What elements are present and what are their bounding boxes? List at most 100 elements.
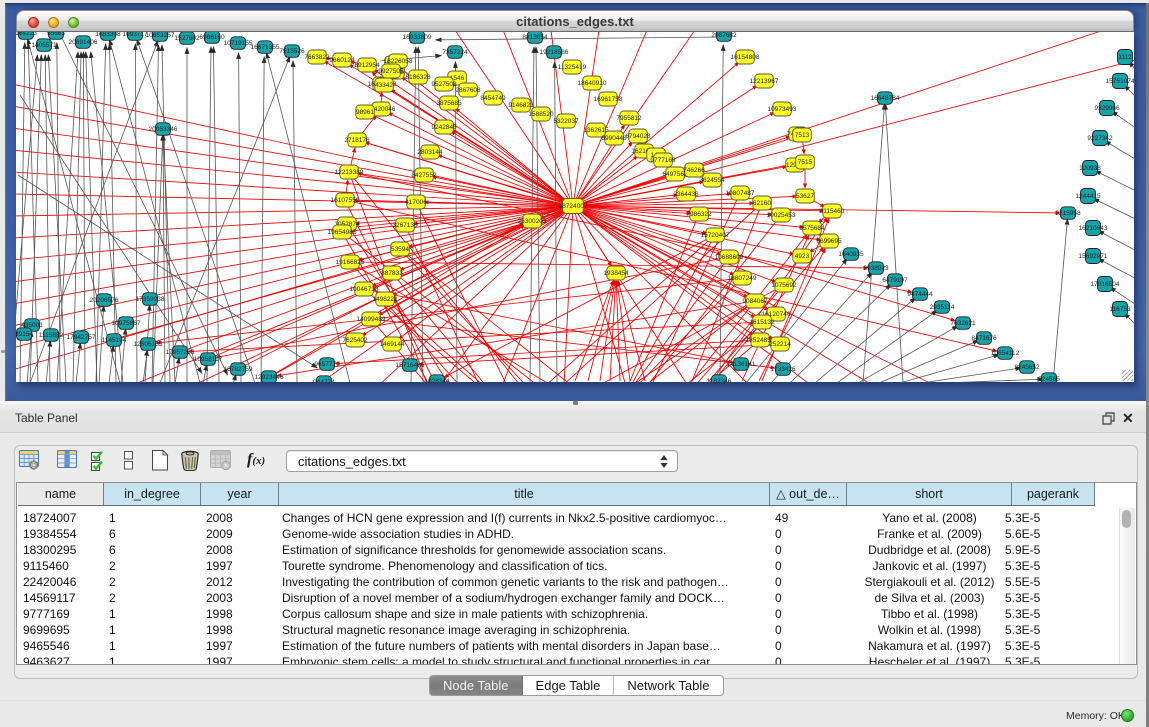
svg-text:1182346: 1182346 [707, 378, 732, 382]
svg-text:43342: 43342 [375, 82, 393, 89]
svg-text:16154808: 16154808 [731, 54, 760, 61]
svg-text:15692971: 15692971 [1079, 253, 1108, 260]
svg-text:1112: 1112 [1118, 54, 1132, 61]
svg-text:164223: 164223 [16, 32, 37, 37]
svg-text:9146821: 9146821 [508, 102, 534, 109]
svg-text:6966160: 6966160 [199, 34, 225, 41]
svg-text:10807487: 10807487 [726, 190, 755, 197]
svg-text:11325419: 11325419 [558, 64, 587, 71]
svg-text:19166825: 19166825 [336, 259, 365, 266]
svg-text:2087682: 2087682 [711, 32, 737, 39]
svg-text:3875685: 3875685 [436, 100, 462, 107]
svg-text:1938454: 1938454 [603, 270, 629, 277]
svg-text:9329966: 9329966 [1094, 105, 1120, 112]
svg-text:20691406: 20691406 [69, 39, 98, 46]
svg-text:18640910: 18640910 [578, 80, 607, 87]
svg-text:95663: 95663 [47, 32, 65, 37]
svg-text:1615132: 1615132 [749, 319, 775, 326]
svg-text:8186328: 8186328 [405, 74, 431, 81]
svg-text:12213389: 12213389 [335, 169, 364, 176]
svg-text:53594: 53594 [391, 246, 409, 253]
svg-text:19654985: 19654985 [328, 229, 357, 236]
svg-text:8454749: 8454749 [480, 95, 506, 102]
svg-text:1028344: 1028344 [424, 378, 450, 382]
svg-text:9657771: 9657771 [314, 361, 340, 368]
svg-text:7515526: 7515526 [279, 48, 305, 55]
svg-text:9660124: 9660124 [329, 57, 355, 64]
svg-text:8938923: 8938923 [863, 265, 889, 272]
svg-text:1498222: 1498222 [372, 296, 398, 303]
svg-text:25300203: 25300203 [518, 218, 547, 225]
svg-text:10975867: 10975867 [112, 320, 141, 327]
svg-text:10654112: 10654112 [991, 350, 1020, 357]
svg-text:16107552: 16107552 [331, 197, 360, 204]
svg-text:944774: 944774 [313, 379, 335, 382]
svg-text:20053346: 20053346 [149, 126, 178, 133]
svg-text:1588520: 1588520 [528, 111, 554, 118]
svg-text:15720407: 15720407 [701, 232, 730, 239]
svg-text:1527602: 1527602 [174, 35, 200, 42]
svg-text:10958117: 10958117 [194, 356, 223, 363]
svg-text:15751074: 15751074 [1106, 78, 1134, 85]
svg-text:9474444: 9474444 [907, 291, 933, 298]
svg-text:1244415: 1244415 [1075, 193, 1101, 200]
svg-text:1075692: 1075692 [771, 282, 797, 289]
svg-text:10688609: 10688609 [715, 254, 744, 261]
svg-text:7513: 7513 [795, 132, 810, 139]
svg-text:19218586: 19218586 [540, 49, 569, 56]
svg-text:10653257: 10653257 [146, 32, 175, 39]
svg-text:20206576: 20206576 [90, 297, 119, 304]
svg-text:2935114: 2935114 [930, 304, 955, 311]
svg-text:16961758: 16961758 [594, 96, 623, 103]
svg-text:6479197: 6479197 [882, 277, 908, 284]
svg-text:9927505: 9927505 [378, 68, 404, 75]
svg-text:39154: 39154 [16, 331, 33, 338]
svg-text:924565: 924565 [1038, 376, 1060, 382]
svg-text:16782759: 16782759 [224, 366, 253, 373]
svg-text:9527508: 9527508 [431, 81, 457, 88]
svg-text:5322037: 5322037 [553, 118, 579, 125]
svg-text:3624554: 3624554 [699, 177, 725, 184]
svg-text:10046738: 10046738 [350, 286, 379, 293]
svg-text:7357224: 7357224 [442, 49, 468, 56]
svg-text:16648784: 16648784 [871, 95, 900, 102]
svg-text:1145194: 1145194 [102, 337, 127, 344]
svg-text:9777169: 9777169 [650, 157, 676, 164]
svg-text:9084067: 9084067 [742, 298, 768, 305]
svg-text:2803144: 2803144 [417, 149, 443, 156]
svg-text:252214: 252214 [769, 341, 791, 348]
svg-text:18724007: 18724007 [559, 203, 588, 210]
svg-text:7663822: 7663822 [304, 54, 330, 61]
svg-text:2718176: 2718176 [344, 137, 370, 144]
svg-text:9227342: 9227342 [1087, 135, 1113, 142]
svg-text:1405571: 1405571 [31, 42, 57, 49]
svg-text:12505135: 12505135 [134, 341, 163, 348]
svg-text:1093717: 1093717 [122, 32, 148, 38]
svg-text:7625402: 7625402 [342, 337, 368, 344]
svg-text:12923446: 12923446 [255, 374, 284, 381]
svg-text:9575684: 9575684 [799, 225, 825, 232]
svg-text:8813054: 8813054 [522, 34, 548, 41]
svg-text:8427552: 8427552 [411, 172, 437, 179]
svg-text:8990448: 8990448 [601, 135, 627, 142]
svg-text:18807249: 18807249 [728, 275, 757, 282]
svg-text:14136141: 14136141 [727, 361, 756, 368]
svg-text:98961: 98961 [356, 109, 374, 116]
svg-text:10973493: 10973493 [768, 106, 797, 113]
svg-text:53627: 53627 [796, 193, 814, 200]
svg-text:17359938: 17359938 [136, 296, 165, 303]
svg-text:1115682: 1115682 [39, 332, 64, 339]
svg-text:17016504: 17016504 [1091, 281, 1120, 288]
svg-text:9115460: 9115460 [820, 208, 845, 215]
svg-text:887833: 887833 [381, 270, 403, 277]
svg-text:6794028: 6794028 [625, 133, 651, 140]
svg-text:417006: 417006 [405, 199, 427, 206]
svg-text:7515: 7515 [798, 159, 813, 166]
svg-text:16210643: 16210643 [1079, 225, 1108, 232]
svg-text:16671355: 16671355 [251, 44, 280, 51]
svg-text:16033809: 16033809 [403, 34, 432, 41]
svg-text:9242848: 9242848 [431, 124, 457, 131]
svg-text:10025453: 10025453 [767, 212, 796, 219]
svg-text:62160: 62160 [753, 200, 771, 207]
svg-text:1640935: 1640935 [838, 251, 864, 258]
